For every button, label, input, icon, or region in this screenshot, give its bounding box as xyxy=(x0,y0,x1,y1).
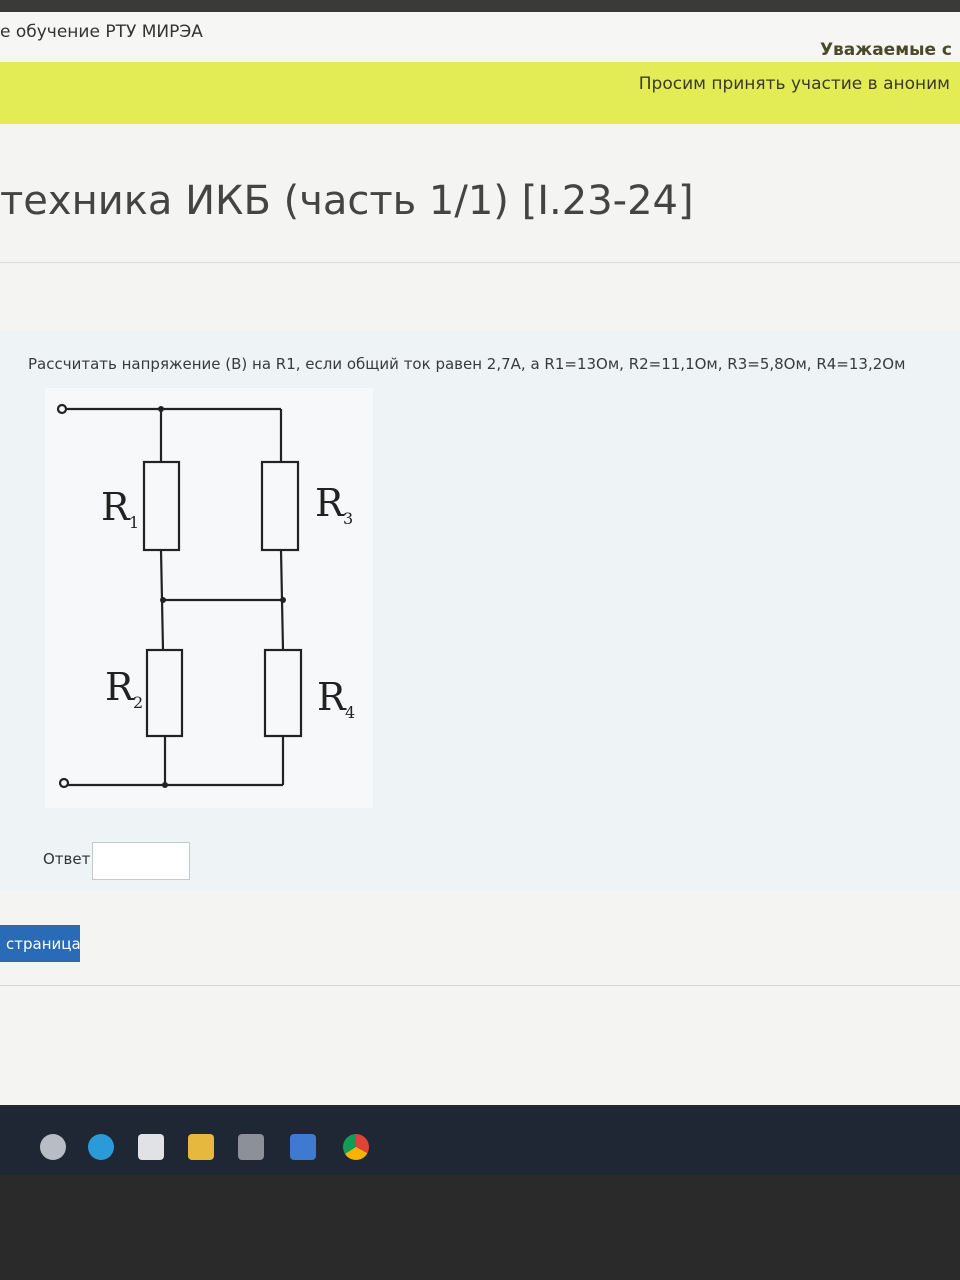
site-name-link[interactable]: е обучение РТУ МИРЭА xyxy=(0,22,203,42)
chrome-icon[interactable] xyxy=(343,1134,369,1160)
node-mid-right xyxy=(280,597,286,603)
label-r3-sub: 3 xyxy=(343,509,353,528)
label-r4-sub: 4 xyxy=(345,703,355,722)
circuit-diagram: R 1 R 3 R 2 R 4 xyxy=(45,388,373,808)
calculator-icon[interactable] xyxy=(238,1134,264,1160)
label-r3: R xyxy=(315,481,345,525)
notice-line-1: Уважаемые с xyxy=(819,40,952,60)
terminal-bottom xyxy=(58,777,70,789)
divider xyxy=(0,262,960,263)
resistor-r3 xyxy=(260,460,300,552)
edge-icon[interactable] xyxy=(88,1134,114,1160)
resistor-r2 xyxy=(145,648,184,738)
resistor-r1 xyxy=(142,460,181,552)
label-r2: R xyxy=(105,665,135,709)
monitor-bezel-bottom xyxy=(0,1175,960,1280)
mail-icon[interactable] xyxy=(290,1134,316,1160)
answer-input[interactable] xyxy=(92,842,190,880)
page-title: техника ИКБ (часть 1/1) [I.23-24] xyxy=(0,178,694,224)
settings-icon[interactable] xyxy=(40,1134,66,1160)
resistor-r4 xyxy=(263,648,303,738)
circuit-svg: R 1 R 3 R 2 R 4 xyxy=(56,403,355,789)
label-r4: R xyxy=(317,675,347,719)
node-mid-left xyxy=(160,597,166,603)
explorer-icon[interactable] xyxy=(188,1134,214,1160)
label-r1-sub: 1 xyxy=(129,513,139,532)
notice-line-2: Просим принять участие в аноним xyxy=(638,74,950,94)
question-text: Рассчитать напряжение (В) на R1, если об… xyxy=(28,355,906,373)
store-icon[interactable] xyxy=(138,1134,164,1160)
label-r2-sub: 2 xyxy=(133,693,143,712)
terminal-top xyxy=(56,403,68,415)
label-r1: R xyxy=(101,485,131,529)
next-page-button[interactable]: страница xyxy=(0,925,81,962)
node-top-left xyxy=(158,406,164,412)
answer-label: Ответ: xyxy=(43,850,96,868)
monitor-bezel-top xyxy=(0,0,960,12)
divider-bottom xyxy=(0,985,960,986)
node-bottom-left xyxy=(162,782,168,788)
